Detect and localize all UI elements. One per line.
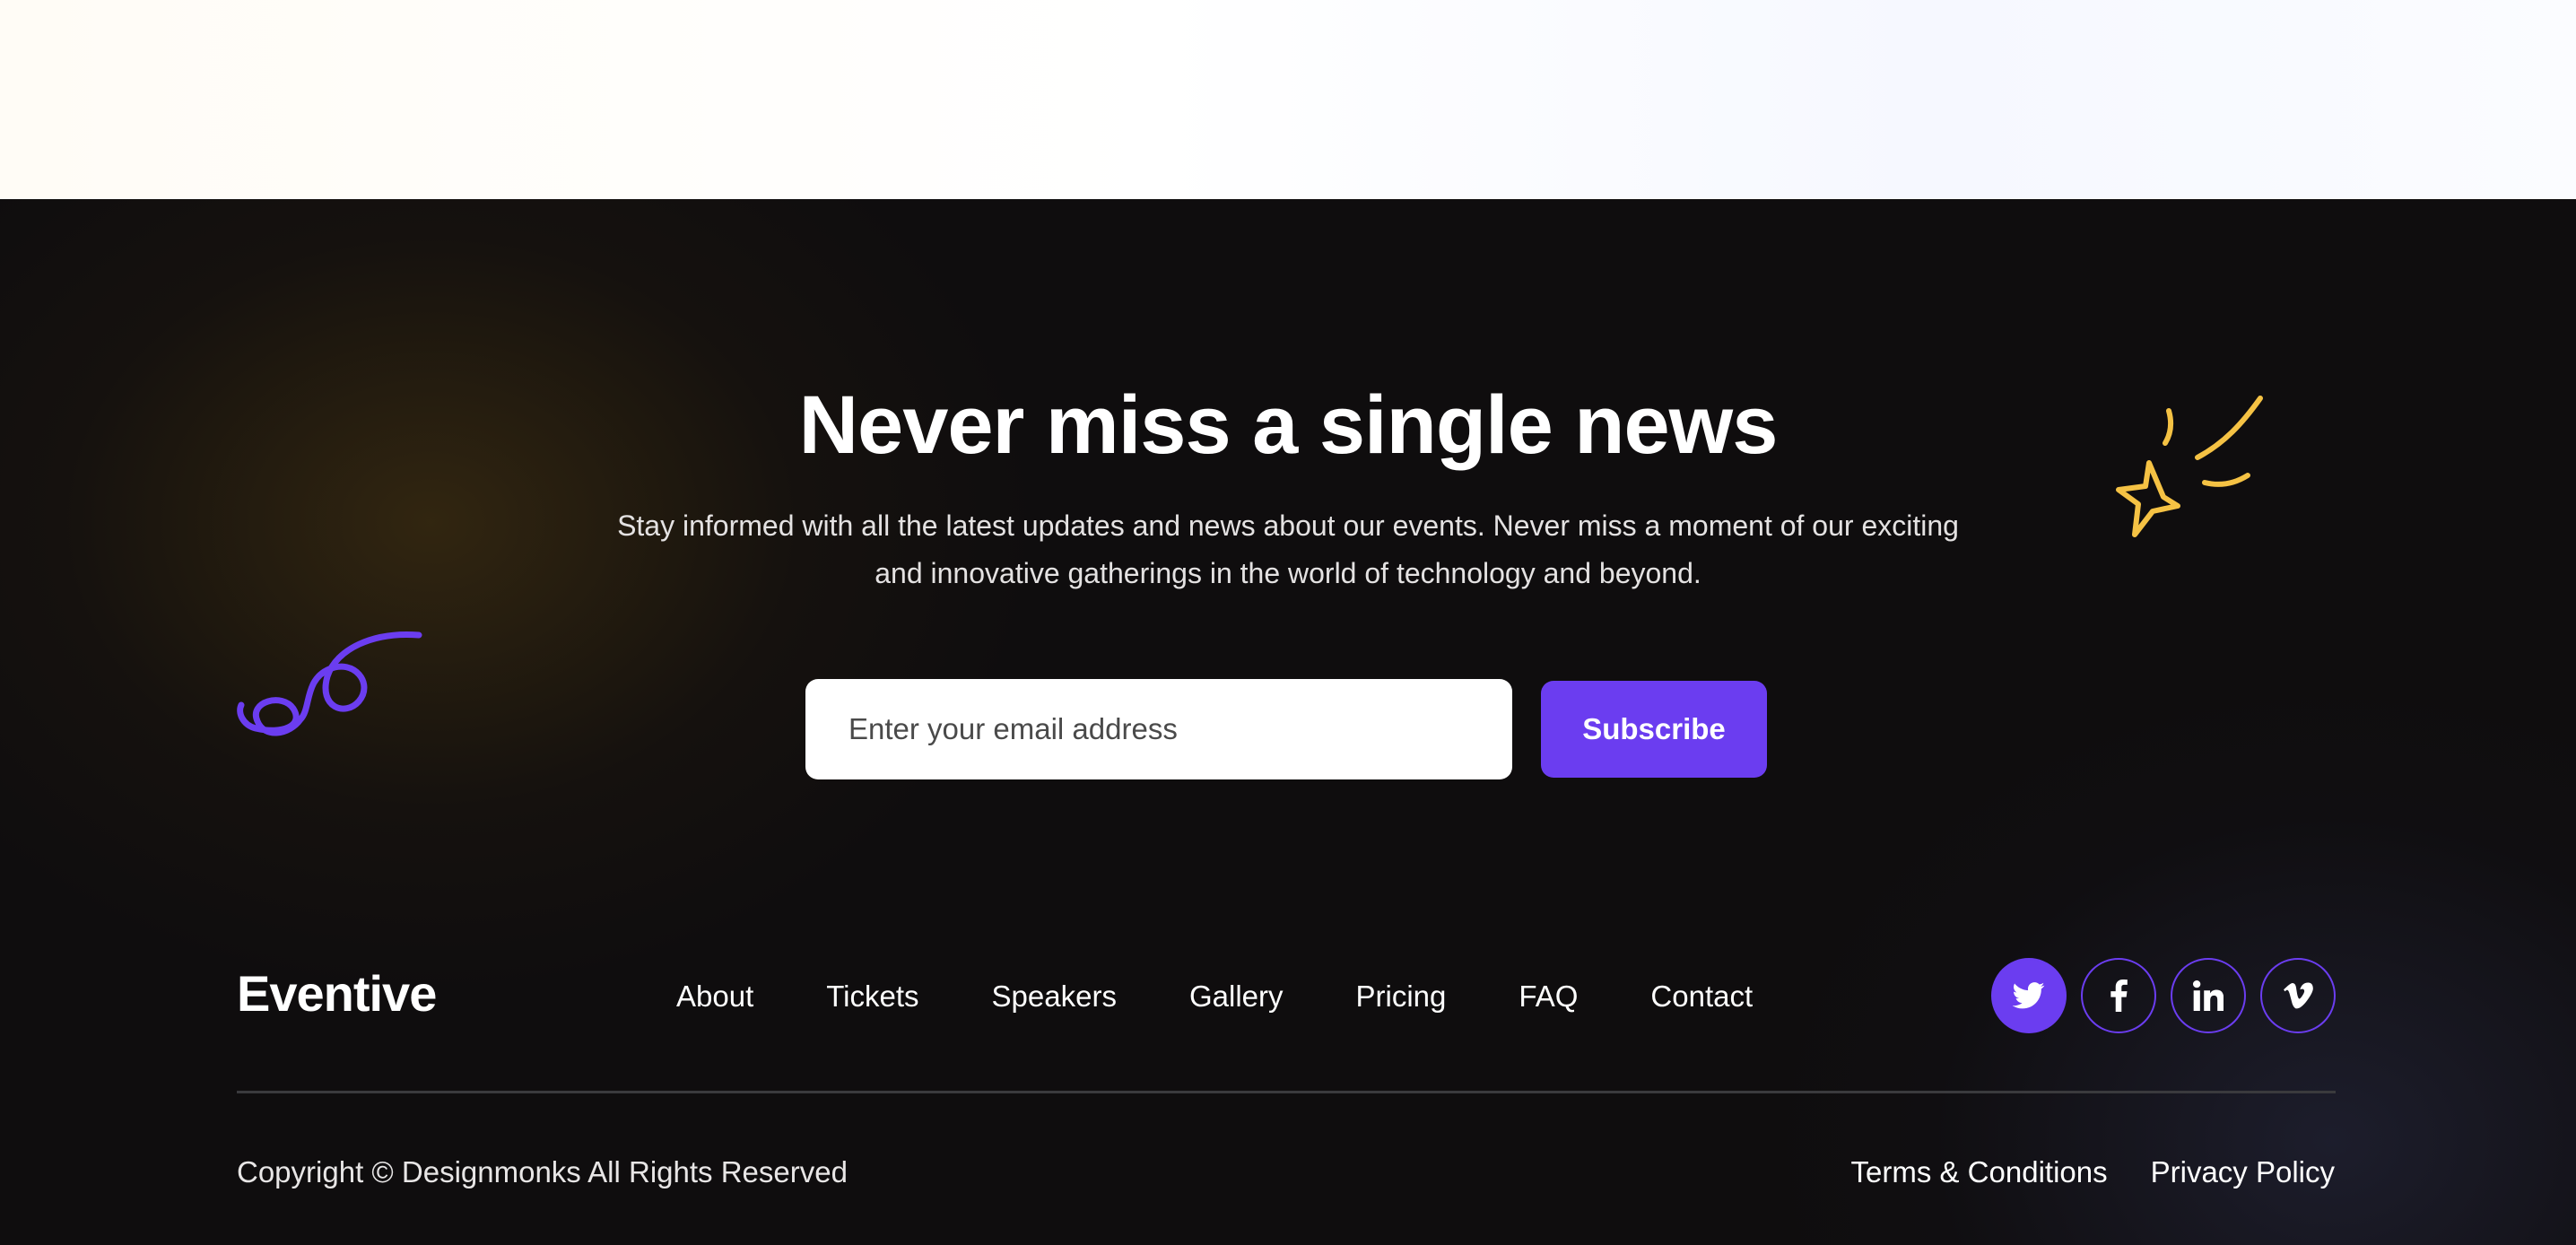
- nav-link-faq[interactable]: FAQ: [1519, 979, 1578, 1013]
- footer-divider: [237, 1091, 2336, 1093]
- twitter-icon: [2013, 982, 2045, 1009]
- vimeo-button[interactable]: [2260, 958, 2336, 1033]
- footer-nav-item: Speakers: [992, 979, 1189, 1023]
- previous-section-bottom: [0, 0, 2576, 199]
- social-links: [1991, 958, 2336, 1033]
- newsletter-description: Stay informed with all the latest update…: [617, 509, 1959, 589]
- footer-nav-item: FAQ: [1519, 979, 1650, 1023]
- footer-nav-item: About: [676, 979, 826, 1023]
- footer-nav-item: Contact: [1650, 979, 1753, 1023]
- facebook-button[interactable]: [2081, 958, 2156, 1033]
- footer-logo[interactable]: Eventive: [237, 964, 437, 1023]
- terms-link[interactable]: Terms & Conditions: [1851, 1155, 2108, 1189]
- subscribe-button[interactable]: Subscribe: [1541, 681, 1767, 778]
- vimeo-icon: [2284, 982, 2313, 1009]
- twitter-button[interactable]: [1991, 958, 2067, 1033]
- copyright-text: Copyright © Designmonks All Rights Reser…: [237, 1155, 848, 1188]
- linkedin-button[interactable]: [2171, 958, 2246, 1033]
- email-input[interactable]: [805, 679, 1512, 779]
- footer-nav-item: Tickets: [826, 979, 991, 1023]
- newsletter-title: Never miss a single news: [798, 379, 1779, 471]
- facebook-icon: [2110, 979, 2128, 1012]
- nav-link-contact[interactable]: Contact: [1650, 979, 1753, 1013]
- footer: Never miss a single news Stay informed w…: [0, 199, 2576, 1245]
- nav-link-pricing[interactable]: Pricing: [1356, 979, 1447, 1013]
- footer-nav-item: Gallery: [1189, 979, 1356, 1023]
- legal-links: Terms & Conditions Privacy Policy: [1851, 1155, 2336, 1189]
- nav-link-about[interactable]: About: [676, 979, 753, 1013]
- swirl-decoration-icon: [237, 631, 422, 736]
- nav-link-gallery[interactable]: Gallery: [1189, 979, 1284, 1013]
- privacy-link[interactable]: Privacy Policy: [2151, 1155, 2335, 1189]
- nav-link-tickets[interactable]: Tickets: [826, 979, 918, 1013]
- footer-nav-item: Pricing: [1356, 979, 1519, 1023]
- footer-nav: About Tickets Speakers Gallery Pricing F…: [676, 979, 1753, 1023]
- nav-link-speakers[interactable]: Speakers: [992, 979, 1117, 1013]
- linkedin-icon: [2193, 980, 2224, 1011]
